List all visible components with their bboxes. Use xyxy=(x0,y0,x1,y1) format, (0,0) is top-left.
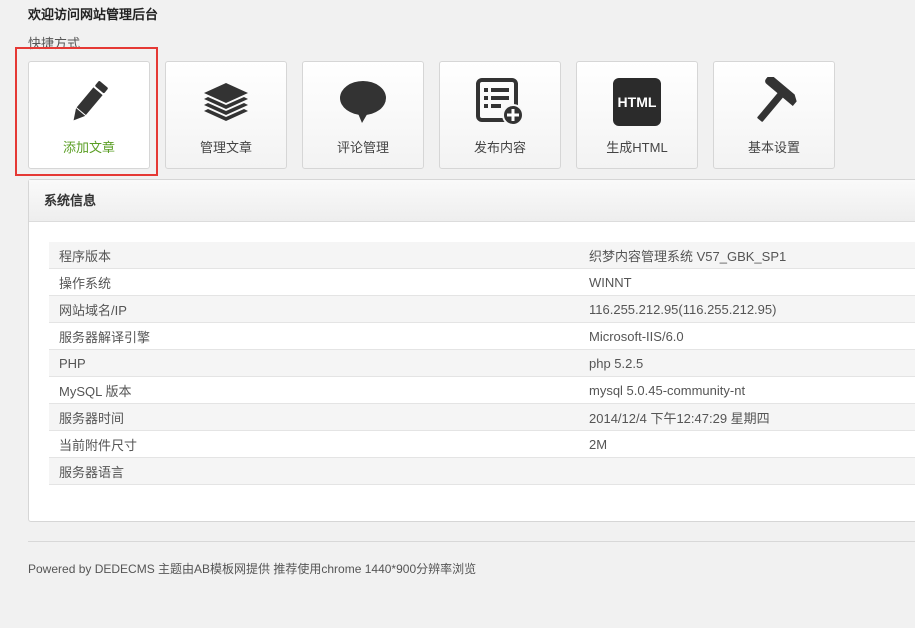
shortcuts-label: 快捷方式 xyxy=(28,36,81,51)
system-info-table: 程序版本 织梦内容管理系统 V57_GBK_SP1 操作系统 WINNT 网站域名/IP… xyxy=(49,242,915,485)
info-key: 当前附件尺寸 xyxy=(49,430,579,458)
info-value xyxy=(579,457,915,485)
info-value: WINNT xyxy=(579,268,915,296)
info-key: 网站域名/IP xyxy=(49,295,579,323)
shortcut-manage-articles[interactable]: 管理文章 xyxy=(165,61,287,169)
info-value: Microsoft-IIS/6.0 xyxy=(579,322,915,350)
info-value: php 5.2.5 xyxy=(579,349,915,377)
table-row: 当前附件尺寸 2M xyxy=(49,430,915,458)
page-title: 欢迎访问网站管理后台 xyxy=(28,7,159,22)
table-row: 服务器解译引擎 Microsoft-IIS/6.0 xyxy=(49,322,915,350)
table-row: 服务器语言 xyxy=(49,457,915,485)
footer-divider xyxy=(28,541,915,542)
shortcut-generate-html[interactable]: HTML 生成HTML xyxy=(576,61,698,169)
info-key: 服务器时间 xyxy=(49,403,579,431)
shortcut-label: 基本设置 xyxy=(747,140,800,155)
shortcut-add-article[interactable]: 添加文章 xyxy=(28,61,150,169)
info-value: 2M xyxy=(579,430,915,458)
table-row: 服务器时间 2014/12/4 下午12:47:29 星期四 xyxy=(49,403,915,431)
info-value: mysql 5.0.45-community-nt xyxy=(579,376,915,404)
table-row: 操作系统 WINNT xyxy=(49,268,915,296)
info-key: 服务器语言 xyxy=(49,457,579,485)
shortcut-label: 发布内容 xyxy=(473,140,526,155)
info-key: 程序版本 xyxy=(49,242,579,269)
system-info-panel: 系统信息 程序版本 织梦内容管理系统 V57_GBK_SP1 操作系统 WINNT 网站… xyxy=(28,179,915,522)
html-icon: HTML xyxy=(577,76,697,128)
hammer-icon xyxy=(714,76,834,128)
info-key: 操作系统 xyxy=(49,268,579,296)
info-value: 织梦内容管理系统 V57_GBK_SP1 xyxy=(579,242,915,269)
shortcut-label: 添加文章 xyxy=(62,140,115,155)
info-value: 2014/12/4 下午12:47:29 星期四 xyxy=(579,403,915,431)
footer-text: Powered by DEDECMS 主题由AB模板网提供 推荐使用chrome… xyxy=(28,562,477,576)
shortcut-comments[interactable]: 评论管理 xyxy=(302,61,424,169)
list-add-icon xyxy=(440,76,560,128)
shortcut-label: 管理文章 xyxy=(199,140,252,155)
speech-bubble-icon xyxy=(303,76,423,128)
shortcut-label: 评论管理 xyxy=(336,140,389,155)
html-icon-text: HTML xyxy=(613,78,661,126)
table-row: PHP php 5.2.5 xyxy=(49,349,915,377)
shortcut-label: 生成HTML xyxy=(606,140,668,155)
stack-icon xyxy=(166,76,286,128)
panel-title: 系统信息 xyxy=(29,180,915,222)
shortcut-settings[interactable]: 基本设置 xyxy=(713,61,835,169)
shortcut-publish[interactable]: 发布内容 xyxy=(439,61,561,169)
pencil-icon xyxy=(29,76,149,128)
info-value: 116.255.212.95(116.255.212.95) xyxy=(579,295,915,323)
table-row: MySQL 版本 mysql 5.0.45-community-nt xyxy=(49,376,915,404)
info-key: PHP xyxy=(49,349,579,377)
info-key: 服务器解译引擎 xyxy=(49,322,579,350)
info-key: MySQL 版本 xyxy=(49,376,579,404)
table-row: 网站域名/IP 116.255.212.95(116.255.212.95) xyxy=(49,295,915,323)
table-row: 程序版本 织梦内容管理系统 V57_GBK_SP1 xyxy=(49,242,915,269)
